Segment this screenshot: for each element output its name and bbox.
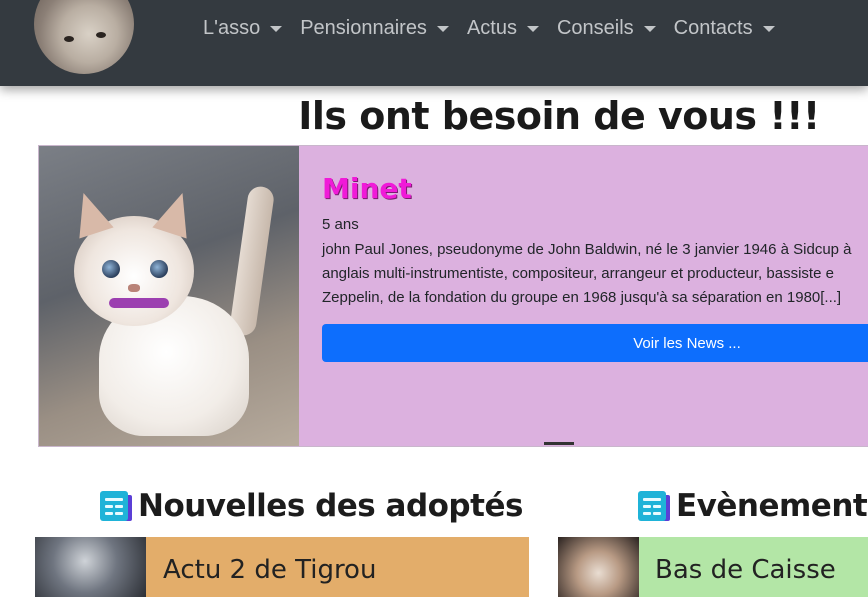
navbar: L'asso Pensionnaires Actus Conseils Cont… [0, 0, 868, 86]
nav-item-label: L'asso [203, 16, 261, 39]
event-card[interactable]: Bas de Caisse [558, 537, 868, 597]
nav-item-label: Actus [466, 16, 517, 39]
event-card-thumbnail [558, 537, 639, 597]
nav-item-label: Pensionnaires [300, 16, 427, 39]
caret-down-icon [436, 26, 449, 32]
nav-item-actus[interactable]: Actus [458, 14, 548, 42]
caret-down-icon [643, 26, 656, 32]
nav-item-contacts[interactable]: Contacts [665, 14, 784, 42]
view-news-button-label: Voir les News ... [633, 334, 741, 352]
pet-name: Minet [322, 172, 412, 205]
newspaper-icon [100, 491, 134, 521]
news-card-adopted[interactable]: Actu 2 de Tigrou [35, 537, 529, 597]
carousel-indicator[interactable] [544, 442, 574, 445]
newspaper-icon [638, 491, 672, 521]
nav-item-label: Conseils [556, 16, 634, 39]
section-title-text: Nouvelles des adoptés [138, 488, 523, 524]
pet-age: 5 ans [322, 216, 359, 233]
news-card-title: Actu 2 de Tigrou [163, 555, 377, 585]
section-title-text: Evènements [676, 488, 868, 524]
news-card-thumbnail [35, 537, 146, 597]
section-title-events: Evènements [638, 488, 868, 524]
view-news-button[interactable]: Voir les News ... [322, 324, 868, 362]
event-card-title: Bas de Caisse [655, 555, 836, 585]
caret-down-icon [270, 26, 283, 32]
description-line: john Paul Jones, pseudonyme de John Bald… [322, 241, 852, 258]
nav-item-label: Contacts [673, 16, 753, 39]
nav-item-conseils[interactable]: Conseils [548, 14, 665, 42]
pet-carousel[interactable]: Minet 5 ans john Paul Jones, pseudonyme … [38, 145, 868, 447]
nav-item-pensionnaires[interactable]: Pensionnaires [291, 14, 458, 42]
pet-description: john Paul Jones, pseudonyme de John Bald… [322, 238, 868, 310]
description-line: Zeppelin, de la fondation du groupe en 1… [322, 289, 842, 306]
page-title: Ils ont besoin de vous !!! [298, 94, 820, 138]
caret-down-icon [526, 26, 539, 32]
nav-item-asso[interactable]: L'asso [194, 14, 291, 42]
caret-down-icon [762, 26, 775, 32]
main-nav: L'asso Pensionnaires Actus Conseils Cont… [194, 14, 784, 42]
description-line: anglais multi-instrumentiste, compositeu… [322, 265, 834, 282]
section-title-adopted: Nouvelles des adoptés [100, 488, 523, 524]
site-logo[interactable] [34, 0, 134, 74]
kitten-photo [39, 146, 299, 446]
